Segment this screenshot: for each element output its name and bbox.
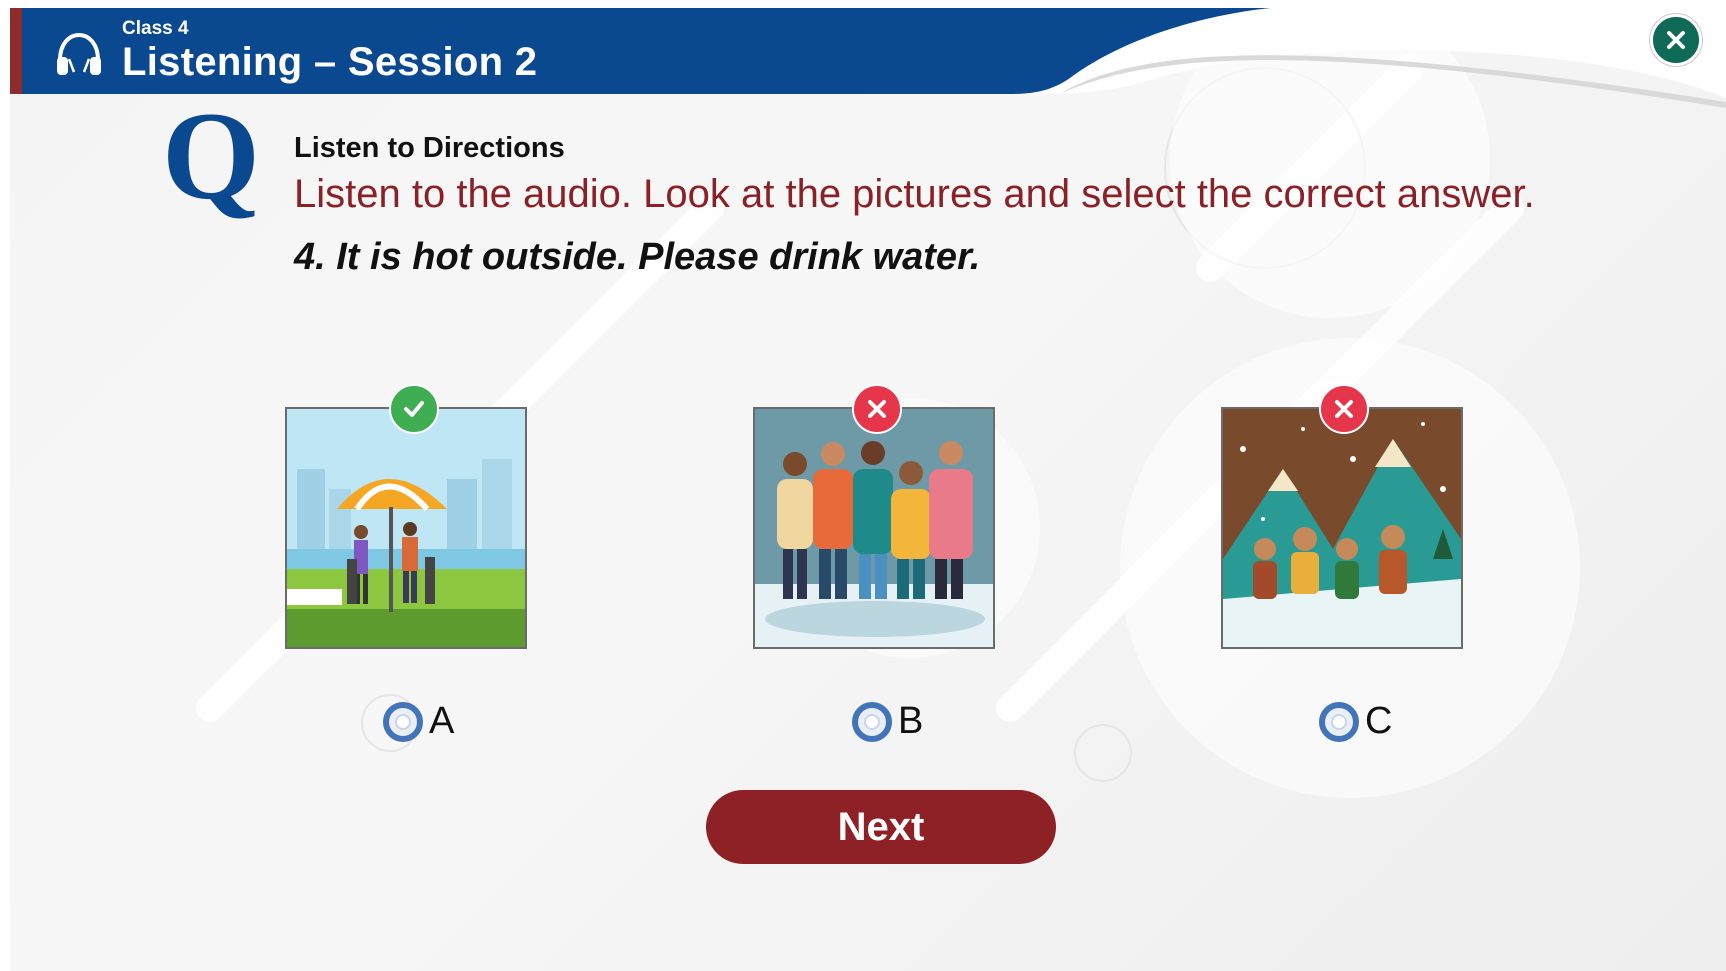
option-b-label: B	[898, 700, 924, 742]
class-label: Class 4	[122, 18, 189, 39]
close-icon	[1667, 31, 1685, 49]
session-title: Listening – Session 2	[122, 40, 538, 84]
option-c-label: C	[1365, 700, 1393, 742]
cross-icon	[1335, 400, 1353, 418]
cross-icon	[868, 400, 886, 418]
option-b-radio[interactable]: B	[852, 700, 923, 743]
next-button[interactable]: Next	[706, 790, 1056, 864]
wrong-badge	[1319, 384, 1369, 434]
radio-button[interactable]	[852, 701, 892, 742]
option-c-radio[interactable]: C	[1319, 700, 1392, 743]
option-c-picture[interactable]	[1221, 407, 1463, 649]
option-a-radio[interactable]: A	[383, 700, 454, 743]
wrong-badge	[852, 384, 902, 434]
directions-title: Listen to Directions	[294, 132, 565, 164]
header-accent-stripe	[10, 8, 22, 94]
question-prompt: 4. It is hot outside. Please drink water…	[294, 236, 981, 278]
headphones-icon	[36, 16, 122, 94]
radio-button[interactable]	[1319, 701, 1359, 742]
option-a-picture[interactable]	[285, 407, 527, 649]
check-icon	[404, 401, 424, 417]
option-a-label: A	[429, 700, 455, 742]
close-button[interactable]	[1650, 14, 1702, 66]
instruction-text: Listen to the audio. Look at the picture…	[294, 172, 1535, 216]
question-letter: Q	[162, 87, 261, 226]
radio-button[interactable]	[383, 701, 423, 742]
lesson-stage: Class 4 Listening – Session 2 Q Listen t…	[10, 8, 1726, 971]
option-b-picture[interactable]	[753, 407, 995, 649]
correct-badge	[389, 384, 439, 434]
